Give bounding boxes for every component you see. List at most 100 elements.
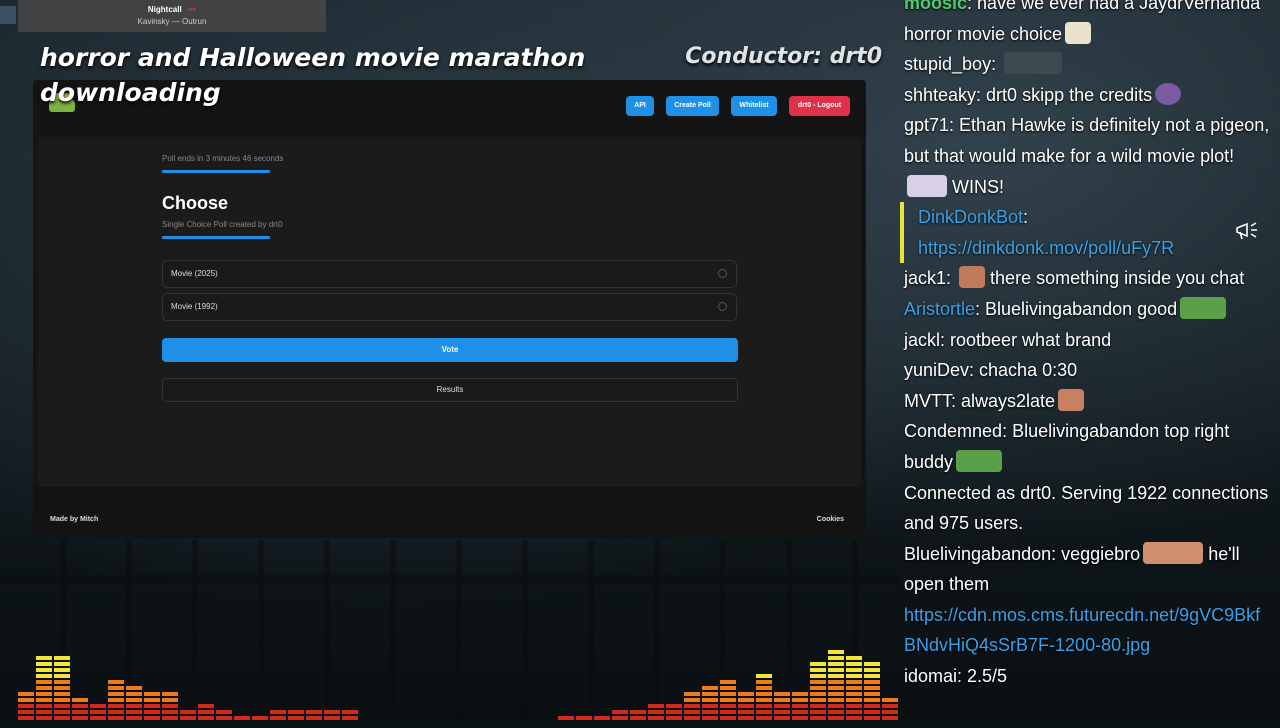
now-playing-artist: Kavinsky — Outrun (137, 17, 207, 26)
stream-title: horror and Halloween movie marathon down… (40, 43, 586, 107)
chat-username: Bluelivingabandon (904, 543, 1052, 564)
visualizer-bar (234, 716, 250, 720)
pepe-chainsaw-emote-icon (1180, 296, 1227, 319)
poll-option[interactable]: Movie (1992) (162, 293, 737, 321)
chat-text: : (1023, 207, 1029, 228)
poll-heading: Choose (162, 193, 229, 213)
now-playing-title: Nightcall (147, 5, 182, 14)
chat-message: Connected as drt0. Serving 1922 connecti… (898, 478, 1270, 539)
results-button[interactable]: Results (162, 378, 738, 402)
visualizer-bar (306, 710, 322, 720)
chat-username: jack1 (904, 268, 947, 289)
chat-username: Connected as drt0. (904, 482, 1057, 503)
api-button[interactable]: API (626, 96, 654, 116)
visualizer-bar (792, 692, 808, 720)
subtitle-bar (162, 236, 270, 239)
visualizer-bar (162, 692, 178, 720)
cat-emote-icon (1058, 388, 1085, 411)
poll-link[interactable]: https://dinkdonk.mov/poll/uFy7R (918, 238, 1174, 258)
option-label: Movie (1992) (171, 302, 218, 311)
chat-username: stupid_boy (904, 54, 992, 75)
timer-bar (162, 170, 270, 173)
chat-message: jackl: rootbeer what brand (898, 325, 1270, 356)
chat-message: moosic: have we ever had a JaydrVernanda… (898, 0, 1270, 49)
visualizer-bar (72, 698, 88, 720)
visualizer-bar (882, 698, 898, 720)
whitelist-button[interactable]: Whitelist (731, 96, 777, 116)
visualizer-bar (738, 692, 754, 720)
visualizer-bar (684, 692, 700, 720)
audio-visualizer-left (18, 656, 358, 720)
visualizer-bar (594, 716, 610, 720)
chat-panel: moosic: have we ever had a JaydrVernanda… (898, 0, 1270, 728)
chat-text: there something inside you chat (985, 268, 1245, 289)
radio-button[interactable] (718, 302, 727, 311)
poll-option[interactable]: Movie (2025) (162, 260, 737, 288)
visualizer-bar (252, 716, 268, 720)
visualizer-bar (90, 704, 106, 720)
chat-text: : veggiebro (1051, 543, 1141, 564)
visualizer-bar (270, 710, 286, 720)
chat-text: : (946, 268, 957, 289)
radio-button[interactable] (718, 269, 727, 278)
chat-message: yuniDev: chacha 0:30 (898, 355, 1270, 386)
chat-username: jackl (904, 329, 941, 350)
visualizer-bar (648, 704, 664, 720)
visualizer-bar (288, 710, 304, 720)
chat-message: idomai: 2.5/5 (898, 661, 1270, 692)
visualizer-bar (180, 710, 196, 720)
chat-message: Aristortle: Bluelivingabandon good (898, 294, 1270, 325)
chat-text: WINS! (947, 176, 1004, 197)
visualizer-bar (324, 710, 340, 720)
chat-message: https://cdn.mos.cms.futurecdn.net/9gVC9B… (898, 600, 1270, 661)
visualizer-bar (774, 692, 790, 720)
visualizer-bar (108, 680, 124, 720)
chat-username: Condemned (904, 421, 1003, 442)
poll-card: Poll ends in 3 minutes 46 seconds Choose… (38, 137, 861, 487)
now-playing-widget: Nightcall ••• Kavinsky — Outrun (18, 0, 326, 32)
chat-text: : Ethan Hawke is definitely not a pigeon… (904, 115, 1270, 166)
poll-browser-panel: API Create Poll Whitelist drt0 - Logout … (33, 80, 866, 538)
conductor-label: Conductor: drt0 (685, 44, 882, 69)
visualizer-bar (720, 680, 736, 720)
vote-button[interactable]: Vote (162, 338, 738, 362)
corner-thumbnail (0, 6, 16, 24)
chat-username: MVTT (904, 390, 951, 411)
footer: Made by Mitch Cookies (33, 487, 866, 538)
visualizer-bar (630, 710, 646, 720)
fish-emote-icon (959, 266, 986, 289)
megaphone-icon (1236, 222, 1257, 240)
background-fence-rail (0, 575, 900, 583)
chat-text: : drt0 skipp the credits (976, 84, 1153, 105)
visualizer-bar (216, 710, 232, 720)
logout-button[interactable]: drt0 - Logout (789, 96, 850, 116)
face-emote-icon (1155, 82, 1182, 105)
chat-username: idomai (904, 666, 958, 687)
cookies-link[interactable]: Cookies (817, 516, 844, 523)
chat-username: shhteaky (904, 84, 977, 105)
chat-message: Condemned: Bluelivingabandon top right b… (898, 416, 1270, 477)
made-by-label: Made by Mitch (50, 516, 99, 523)
chat-message: shhteaky: drt0 skipp the credits (898, 80, 1270, 111)
visualizer-bar (702, 686, 718, 720)
visualizer-bar (810, 662, 826, 720)
visualizer-bar (36, 656, 52, 720)
chat-message: Bluelivingabandon: veggiebro he'll open … (898, 539, 1270, 600)
dog-emote-icon (1065, 21, 1092, 44)
chat-text: : chacha 0:30 (969, 360, 1078, 381)
chat-message: jack1: there something inside you chat (898, 263, 1270, 294)
poll-timer: Poll ends in 3 minutes 46 seconds (162, 154, 284, 163)
visualizer-bar (756, 674, 772, 720)
chat-text: : Bluelivingabandon good (975, 298, 1178, 319)
visualizer-bar (144, 692, 160, 720)
chat-username: Aristortle (904, 298, 976, 319)
chat-message-highlighted: DinkDonkBot: https://dinkdonk.mov/poll/uF… (900, 202, 1270, 264)
chat-username: DinkDonkBot (918, 207, 1024, 228)
visualizer-bar (198, 704, 214, 720)
image-link[interactable]: https://cdn.mos.cms.futurecdn.net/9gVC9B… (904, 605, 1260, 656)
chat-text: : 2.5/5 (957, 666, 1008, 687)
gun-emote-icon (1004, 52, 1063, 75)
chat-text: : rootbeer what brand (940, 329, 1112, 350)
equalizer-icon: ••• (187, 5, 197, 14)
create-poll-button[interactable]: Create Poll (666, 96, 719, 116)
